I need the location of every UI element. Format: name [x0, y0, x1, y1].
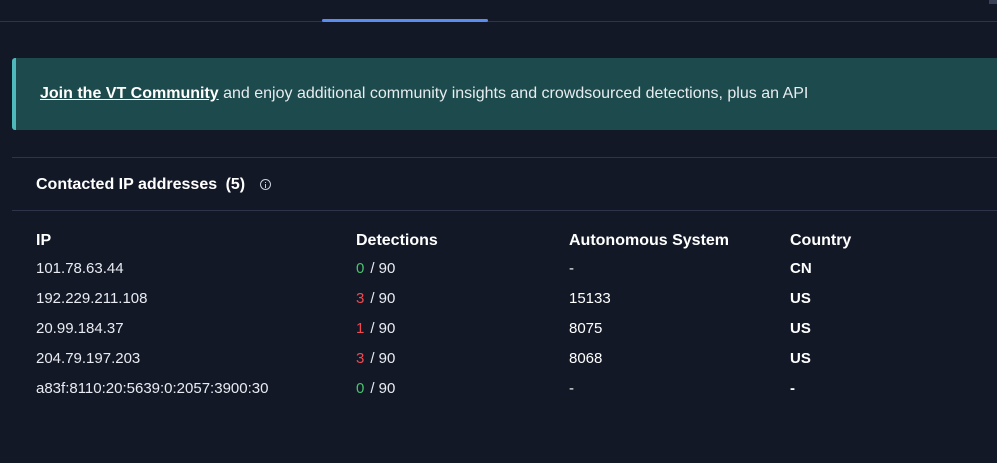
tab-strip	[0, 0, 997, 24]
autonomous-system-cell: 15133	[569, 290, 611, 307]
country-cell: US	[790, 320, 811, 337]
autonomous-system-cell: 8068	[569, 350, 603, 367]
section-divider	[12, 157, 997, 158]
country-cell: US	[790, 290, 811, 307]
table-header-row: IP Detections Autonomous System Country	[36, 228, 986, 256]
scrollbar-corner	[989, 0, 997, 4]
country-cell: CN	[790, 260, 812, 277]
detections-cell: 3 / 90	[356, 350, 395, 367]
tab-strip-baseline	[0, 21, 997, 22]
detection-count: 3	[356, 290, 365, 307]
autonomous-system-cell: -	[569, 380, 574, 397]
banner-text: and enjoy additional community insights …	[218, 85, 809, 102]
autonomous-system-cell: 8075	[569, 320, 603, 337]
table-row: a83f:8110:20:5639:0:2057:3900:30 0 / 90 -…	[36, 376, 986, 406]
table-row: 192.229.211.108 3 / 90 15133 US	[36, 286, 986, 316]
table-row: 204.79.197.203 3 / 90 8068 US	[36, 346, 986, 376]
section-header: Contacted IP addresses (5)	[36, 176, 271, 194]
info-icon[interactable]	[259, 179, 271, 190]
detection-total: / 90	[370, 260, 396, 277]
section-title: Contacted IP addresses	[36, 176, 218, 193]
join-community-link[interactable]: Join the VT Community	[40, 85, 219, 102]
detections-cell: 0 / 90	[356, 260, 395, 277]
detections-cell: 1 / 90	[356, 320, 395, 337]
banner-message: Join the VT Community and enjoy addition…	[40, 85, 808, 103]
table-row: 20.99.184.37 1 / 90 8075 US	[36, 316, 986, 346]
ip-address-link[interactable]: 20.99.184.37	[36, 320, 124, 337]
detections-cell: 0 / 90	[356, 380, 395, 397]
page: Join the VT Community and enjoy addition…	[0, 0, 997, 463]
column-header-country[interactable]: Country	[790, 232, 851, 250]
country-cell: US	[790, 350, 811, 367]
country-cell: -	[790, 380, 795, 397]
detection-total: / 90	[370, 380, 396, 397]
header-divider	[12, 210, 997, 211]
column-header-ip[interactable]: IP	[36, 232, 51, 250]
autonomous-system-cell: -	[569, 260, 574, 277]
detection-total: / 90	[370, 290, 396, 307]
detection-count: 3	[356, 350, 365, 367]
ip-address-link[interactable]: 101.78.63.44	[36, 260, 124, 277]
ip-address-link[interactable]: a83f:8110:20:5639:0:2057:3900:30	[36, 380, 268, 397]
ip-address-link[interactable]: 204.79.197.203	[36, 350, 140, 367]
column-header-detections[interactable]: Detections	[356, 232, 438, 250]
detection-count: 0	[356, 380, 365, 397]
table-row: 101.78.63.44 0 / 90 - CN	[36, 256, 986, 286]
active-tab-indicator[interactable]	[322, 19, 488, 22]
ip-address-link[interactable]: 192.229.211.108	[36, 290, 148, 307]
section-count: (5)	[225, 176, 246, 193]
detections-cell: 3 / 90	[356, 290, 395, 307]
detection-count: 0	[356, 260, 365, 277]
column-header-autonomous-system[interactable]: Autonomous System	[569, 232, 729, 250]
contacted-ip-table: IP Detections Autonomous System Country …	[36, 228, 986, 406]
detection-total: / 90	[370, 320, 396, 337]
community-banner: Join the VT Community and enjoy addition…	[12, 58, 997, 130]
detection-total: / 90	[370, 350, 396, 367]
detection-count: 1	[356, 320, 365, 337]
